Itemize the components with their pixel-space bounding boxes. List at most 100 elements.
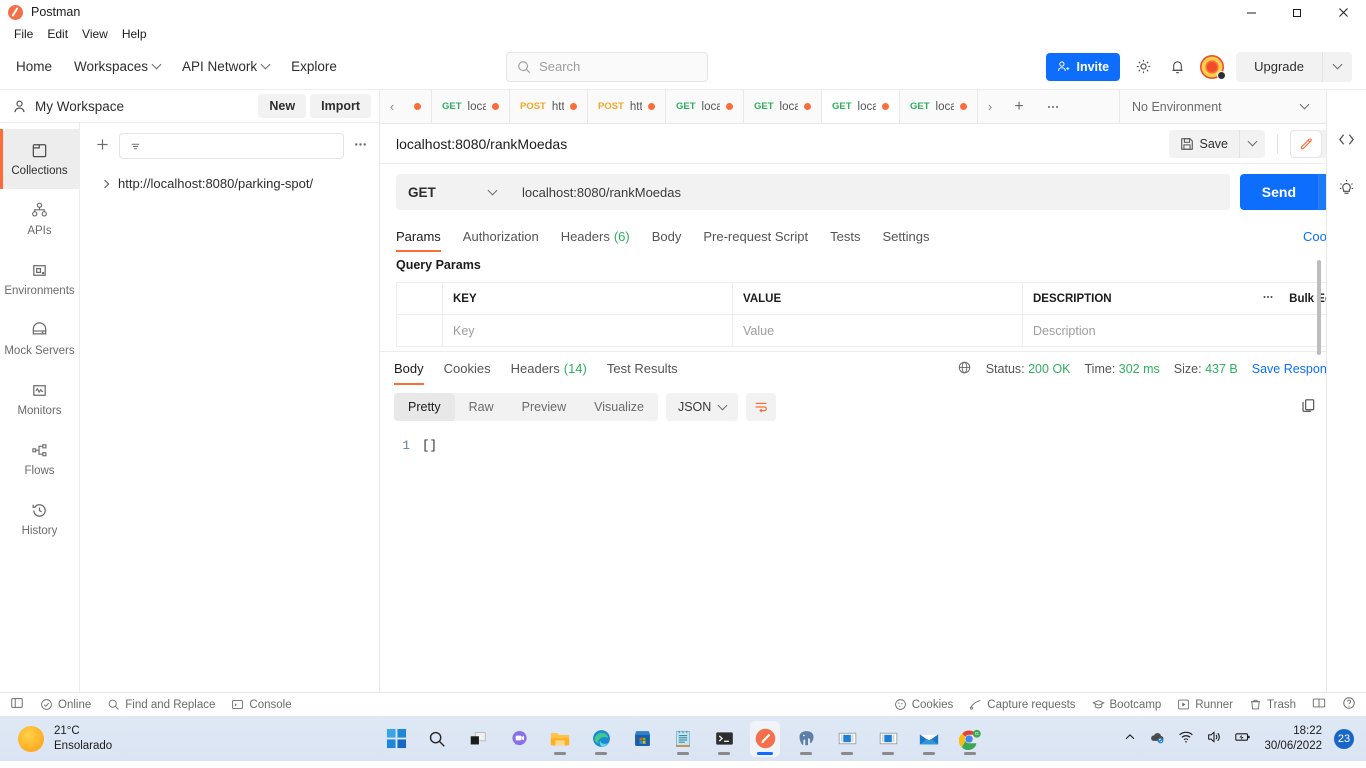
sidebar-item-monitors[interactable]: Monitors: [0, 369, 79, 429]
cookies-button[interactable]: Cookies: [894, 698, 953, 711]
request-tab-active[interactable]: GET loca: [822, 90, 900, 123]
help-button[interactable]: [1342, 696, 1356, 713]
view-mode-pretty[interactable]: Pretty: [394, 393, 455, 421]
sidebar-item-collections[interactable]: Collections: [0, 129, 79, 189]
postman-button[interactable]: [750, 720, 780, 757]
new-tab-button[interactable]: +: [1002, 90, 1036, 123]
taskbar-search-button[interactable]: [422, 721, 452, 757]
mail-button[interactable]: [914, 721, 944, 757]
clock[interactable]: 18:22 30/06/2022: [1264, 724, 1322, 754]
tabs-more-button[interactable]: [1036, 90, 1070, 123]
settings-button[interactable]: [1132, 56, 1154, 78]
menu-help[interactable]: Help: [116, 26, 153, 42]
capture-requests-button[interactable]: Capture requests: [969, 698, 1076, 711]
request-tab[interactable]: GET loca: [666, 90, 744, 123]
workspace-name[interactable]: My Workspace: [35, 99, 124, 114]
runner-button[interactable]: Runner: [1177, 698, 1233, 711]
tabs-scroll-left-button[interactable]: ‹: [380, 90, 404, 123]
nav-workspaces[interactable]: Workspaces: [74, 59, 162, 74]
import-button[interactable]: Import: [310, 94, 371, 118]
list-item[interactable]: http://localhost:8080/parking-spot/: [80, 169, 379, 198]
trash-button[interactable]: Trash: [1249, 698, 1296, 711]
sidebar-item-apis[interactable]: APIs: [0, 189, 79, 249]
global-search[interactable]: Search: [506, 51, 709, 82]
sidebar-item-mock-servers[interactable]: Mock Servers: [0, 309, 79, 369]
nav-home[interactable]: Home: [16, 59, 52, 74]
request-tab[interactable]: GET loca: [900, 90, 978, 123]
table-row[interactable]: Key Value Description: [397, 315, 1351, 347]
upgrade-button[interactable]: Upgrade: [1236, 52, 1322, 82]
request-tab[interactable]: POST htt: [510, 90, 588, 123]
upgrade-dropdown-button[interactable]: [1322, 51, 1352, 82]
copy-button[interactable]: [1300, 397, 1317, 417]
key-input[interactable]: Key: [443, 315, 733, 346]
toggle-sidebar-button[interactable]: [10, 696, 24, 713]
online-status[interactable]: Online: [40, 698, 91, 711]
find-and-replace-button[interactable]: Find and Replace: [107, 698, 215, 711]
tab-headers[interactable]: Headers (6): [561, 220, 630, 252]
intellij-window-2-button[interactable]: [873, 721, 903, 757]
nav-explore[interactable]: Explore: [291, 59, 337, 74]
response-tab-headers[interactable]: Headers (14): [511, 353, 587, 385]
http-method-selector[interactable]: GET: [396, 174, 508, 210]
start-button[interactable]: [381, 721, 411, 757]
postgresql-button[interactable]: [791, 721, 821, 757]
tab-tests[interactable]: Tests: [830, 220, 860, 252]
notifications-button[interactable]: [1166, 56, 1188, 78]
environment-selector[interactable]: No Environment: [1120, 90, 1320, 123]
sidebar-item-flows[interactable]: Flows: [0, 429, 79, 489]
response-tab-body[interactable]: Body: [394, 353, 424, 385]
chat-button[interactable]: [504, 721, 534, 757]
tabs-scroll-right-button[interactable]: ›: [978, 90, 1002, 123]
terminal-button[interactable]: [709, 721, 739, 757]
two-pane-view-button[interactable]: [1312, 696, 1326, 713]
url-input[interactable]: localhost:8080/rankMoedas: [508, 174, 1230, 210]
microsoft-store-button[interactable]: [627, 721, 657, 757]
value-input[interactable]: Value: [733, 315, 1023, 346]
volume-button[interactable]: [1206, 729, 1222, 748]
table-more-button[interactable]: [1261, 290, 1275, 307]
avatar[interactable]: [1200, 54, 1227, 80]
wifi-button[interactable]: [1178, 729, 1194, 748]
battery-button[interactable]: [1234, 728, 1252, 749]
collections-filter-input[interactable]: [119, 133, 344, 159]
sidebar-item-history[interactable]: History: [0, 489, 79, 549]
task-view-button[interactable]: [463, 721, 493, 757]
response-format-selector[interactable]: JSON: [665, 393, 739, 421]
invite-button[interactable]: Invite: [1046, 52, 1121, 81]
tab-settings[interactable]: Settings: [882, 220, 929, 252]
onedrive-icon-button[interactable]: [1149, 729, 1166, 749]
response-body[interactable]: 1 []: [380, 429, 1366, 692]
response-tab-test-results[interactable]: Test Results: [607, 353, 678, 385]
tab-pre-request-script[interactable]: Pre-request Script: [703, 220, 808, 252]
request-tab[interactable]: GET loca: [432, 90, 510, 123]
edit-button[interactable]: [1291, 130, 1321, 157]
tab-body[interactable]: Body: [652, 220, 682, 252]
search-input[interactable]: Search: [539, 59, 580, 74]
view-mode-visualize[interactable]: Visualize: [580, 393, 658, 421]
show-hidden-icons-button[interactable]: [1123, 730, 1137, 747]
view-mode-preview[interactable]: Preview: [508, 393, 580, 421]
edge-button[interactable]: [586, 721, 616, 757]
request-tab[interactable]: POST htt: [588, 90, 666, 123]
tab-authorization[interactable]: Authorization: [463, 220, 539, 252]
new-collection-button[interactable]: [94, 136, 111, 156]
new-button[interactable]: New: [258, 94, 307, 118]
chevron-right-icon[interactable]: [100, 179, 110, 188]
maximize-button[interactable]: [1274, 0, 1320, 24]
request-info-button[interactable]: [1337, 178, 1356, 200]
console-button[interactable]: Console: [231, 698, 292, 711]
send-button[interactable]: Send: [1239, 174, 1318, 210]
intellij-window-button[interactable]: [832, 721, 862, 757]
chrome-button[interactable]: G: [955, 721, 985, 757]
request-tab[interactable]: [404, 90, 432, 123]
row-checkbox-cell[interactable]: [397, 315, 443, 346]
bootcamp-button[interactable]: Bootcamp: [1091, 698, 1161, 711]
save-dropdown-button[interactable]: [1239, 129, 1265, 158]
menu-file[interactable]: File: [8, 26, 39, 42]
minimize-button[interactable]: [1228, 0, 1274, 24]
close-button[interactable]: [1320, 0, 1366, 24]
code-snippet-button[interactable]: [1337, 130, 1356, 152]
nav-api-network[interactable]: API Network: [182, 59, 271, 74]
description-input[interactable]: Description: [1023, 315, 1351, 346]
